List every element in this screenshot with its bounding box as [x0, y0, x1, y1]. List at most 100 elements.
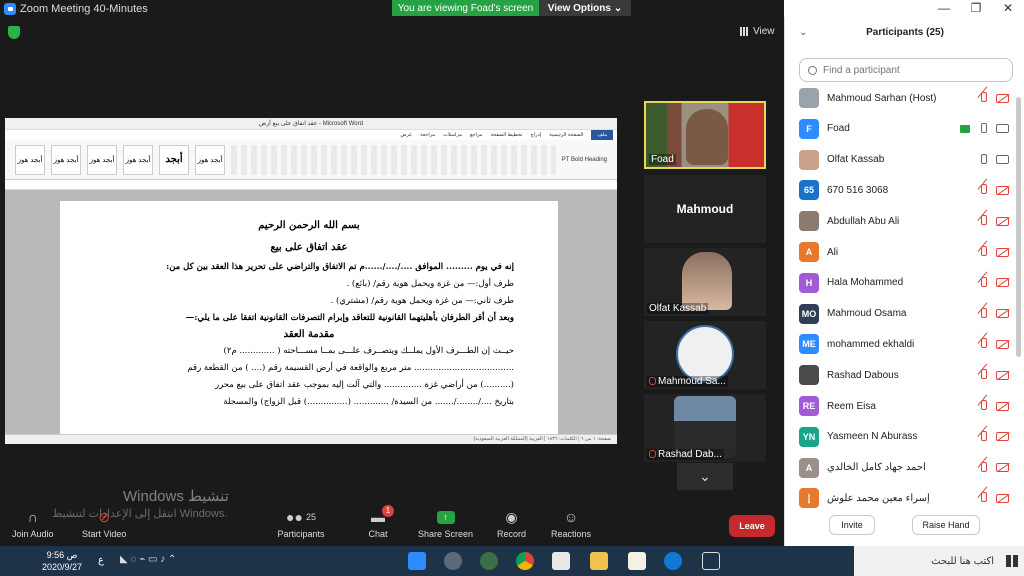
invite-button[interactable]: Invite	[829, 515, 875, 535]
chevron-down-icon: ⌄	[699, 468, 711, 484]
participant-status-icons	[978, 369, 1009, 381]
logo-seal-icon	[676, 325, 734, 383]
zoom-logo-icon	[4, 2, 16, 15]
mic-off-icon	[649, 377, 656, 386]
participants-panel: ⌄ Participants (25) Mahmoud Sarhan (Host…	[784, 17, 1024, 547]
mic-off-icon	[649, 450, 656, 459]
record-button[interactable]: ◉ Record	[497, 509, 526, 540]
mic-off-icon	[978, 184, 988, 196]
gallery-view-button[interactable]: View	[740, 26, 775, 37]
reactions-button[interactable]: ☺ Reactions	[551, 509, 591, 539]
participant-row[interactable]: A Ali	[799, 242, 1009, 262]
mic-off-icon	[978, 246, 988, 258]
store-icon[interactable]	[590, 552, 608, 570]
participant-row[interactable]: ME mohammed ekhaldi	[799, 334, 1009, 355]
edge-icon[interactable]	[664, 552, 682, 570]
doc-title: عقد اتفاق على بيع	[270, 242, 348, 253]
file-explorer-icon[interactable]	[628, 552, 646, 570]
zoom-app-icon[interactable]	[408, 552, 426, 570]
participant-row[interactable]: Abdullah Abu Ali	[799, 211, 1009, 232]
participant-status-icons	[978, 215, 1009, 227]
encryption-shield-icon[interactable]	[8, 26, 20, 39]
share-screen-button[interactable]: ↑ Share Screen	[418, 509, 473, 539]
video-tile-mahmoud[interactable]: Mahmoud	[644, 175, 766, 243]
video-tile-foad[interactable]: Foad	[644, 101, 766, 169]
video-tile-olfat[interactable]: Olfat Kassab	[644, 248, 766, 316]
avatar: إ	[799, 488, 819, 509]
task-view-icon[interactable]	[702, 552, 720, 570]
participant-row[interactable]: إ إسراء معين محمد علوش	[799, 488, 1009, 509]
scrollbar[interactable]	[1016, 97, 1021, 357]
camera-off-icon	[996, 216, 1009, 226]
camera-off-icon	[996, 370, 1009, 380]
participant-status-icons	[978, 461, 1009, 474]
taskbar-clock[interactable]: 9:56 ص 2020/9/27	[42, 549, 82, 573]
word-tab: عرض	[400, 132, 413, 138]
participant-row[interactable]: RE Reem Eisa	[799, 396, 1009, 416]
word-style: أبجد هوز	[51, 144, 81, 175]
participant-row[interactable]: Mahmoud Sarhan (Host)	[799, 88, 1009, 108]
doc-line: طرف أول:— من غزة ويحمل هوية رقم/ (بائع) …	[346, 279, 514, 289]
participant-name: 670 516 3068	[827, 184, 889, 196]
participant-row[interactable]: H Hala Mohammed	[799, 272, 1009, 293]
participant-row[interactable]: 65 670 516 3068	[799, 180, 1009, 201]
shared-screen: عقد اتفاق على بيع أرض - Microsoft Word ع…	[5, 118, 617, 444]
participant-search[interactable]	[799, 58, 1013, 82]
video-tile-rashad[interactable]: Rashad Dab...	[644, 394, 766, 462]
word-tab: الصفحة الرئيسية	[549, 132, 584, 138]
chrome-icon[interactable]	[516, 552, 534, 570]
clock-date: 2020/9/27	[42, 562, 83, 572]
avatar: YN	[799, 426, 819, 447]
app-icon[interactable]	[480, 552, 498, 570]
participant-row[interactable]: A أحمد جهاد كامل الخالدي	[799, 457, 1009, 478]
leave-button[interactable]: Leave	[729, 515, 775, 537]
tile-name: Foad	[649, 154, 676, 165]
mail-icon[interactable]	[552, 552, 570, 570]
word-page: بسم الله الرحمن الرحيم عقد اتفاق على بيع…	[60, 201, 558, 441]
camera-off-icon	[996, 247, 1009, 257]
participant-row[interactable]: Olfat Kassab	[799, 149, 1009, 170]
windows-taskbar: 9:56 ص 2020/9/27 ع ◣ ◌ ⌁ ▭ ♪ ⌃ اكتب هنا …	[0, 546, 1024, 576]
participant-row[interactable]: Rashad Dabous	[799, 365, 1009, 386]
video-tile-mahmoud-sa[interactable]: Mahmoud Sa...	[644, 321, 766, 389]
participants-button[interactable]: ●● 25 Participants	[276, 509, 326, 539]
settings-app-icon[interactable]	[444, 552, 462, 570]
camera-off-icon	[996, 463, 1009, 473]
raise-hand-button[interactable]: Raise Hand	[912, 515, 980, 535]
word-tab: تخطيط الصفحة	[490, 132, 523, 138]
gallery-scroll-down-button[interactable]: ⌄	[677, 463, 733, 490]
camera-off-icon	[996, 309, 1009, 319]
mic-icon	[978, 122, 988, 135]
avatar	[799, 365, 819, 386]
participant-row[interactable]: F Foad	[799, 118, 1009, 139]
view-options-button[interactable]: View Options ⌄	[539, 0, 631, 16]
word-ruler	[5, 180, 617, 190]
taskbar-search-text: اكتب هنا للبحث	[931, 555, 994, 567]
participant-name: Yasmeen N Aburass	[827, 431, 918, 443]
join-audio-button[interactable]: ∩ Join Audio	[12, 509, 54, 539]
participant-row[interactable]: MO Mahmoud Osama	[799, 303, 1009, 324]
maximize-icon[interactable]: ❐	[960, 0, 992, 17]
system-tray-icons[interactable]: ◣ ◌ ⌁ ▭ ♪ ⌃	[120, 554, 176, 565]
camera-icon	[996, 124, 1009, 134]
word-style: أبجد هوز	[15, 144, 45, 175]
participant-name: Ali	[827, 246, 839, 258]
language-indicator[interactable]: ع	[98, 555, 104, 566]
taskbar-search[interactable]: اكتب هنا للبحث	[854, 546, 1024, 576]
avatar: MO	[799, 303, 819, 324]
minimize-icon[interactable]: —	[928, 0, 960, 17]
viewing-screen-banner: You are viewing Foad's screen	[392, 0, 539, 16]
windows-start-icon[interactable]	[1006, 555, 1018, 567]
close-icon[interactable]: ✕	[992, 0, 1024, 17]
participant-name: Reem Eisa	[827, 400, 876, 412]
word-style: أبجد	[159, 144, 189, 175]
mic-off-icon	[978, 430, 988, 443]
participant-row[interactable]: YN Yasmeen N Aburass	[799, 426, 1009, 447]
search-input[interactable]	[823, 64, 993, 76]
avatar: RE	[799, 396, 819, 416]
start-video-button[interactable]: ⊘ Start Video	[82, 508, 126, 540]
video-off-icon: ⊘	[98, 508, 111, 525]
mic-off-icon	[978, 492, 988, 504]
join-audio-label: Join Audio	[12, 529, 54, 539]
chat-button[interactable]: ▬ 1 Chat	[368, 505, 394, 539]
